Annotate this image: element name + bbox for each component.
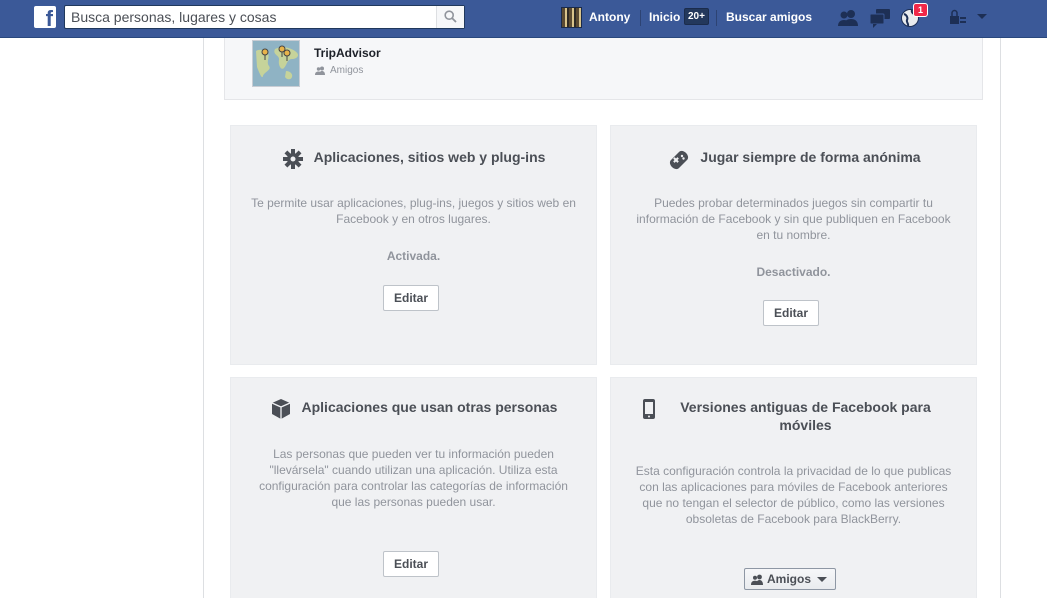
home-link[interactable]: Inicio	[649, 10, 680, 24]
card-title: Aplicaciones, sitios web y plug-ins	[313, 149, 546, 165]
app-audience: Amigos	[315, 65, 363, 76]
friends-icon	[315, 66, 325, 75]
card-title: Versiones antiguas de Facebook para móvi…	[680, 399, 931, 433]
gamepad-icon	[670, 150, 689, 170]
chevron-down-icon	[817, 576, 828, 582]
profile-name: Antony	[589, 10, 631, 24]
card-description: Las personas que pueden ver tu informaci…	[259, 447, 568, 509]
edit-button[interactable]: Editar	[383, 285, 439, 311]
top-navigation-bar: f Antony Inicio 20+ Buscar amigos 1	[0, 0, 1047, 38]
notification-badge: 1	[913, 3, 928, 17]
search-input[interactable]	[65, 6, 437, 28]
audience-selector-button[interactable]: Amigos	[744, 568, 836, 590]
find-friends-link[interactable]: Buscar amigos	[726, 10, 812, 24]
edit-button[interactable]: Editar	[383, 551, 439, 577]
profile-link[interactable]: Antony	[561, 6, 630, 28]
content-right-border	[1000, 38, 1001, 598]
search-icon	[444, 10, 457, 23]
nav-divider	[640, 10, 641, 26]
card-description: Puedes probar determinados juegos sin co…	[636, 196, 951, 242]
apps-websites-plugins-card: Aplicaciones, sitios web y plug-ins Te p…	[230, 125, 597, 365]
messages-icon[interactable]	[868, 8, 892, 28]
app-list-item[interactable]: TripAdvisor Amigos	[224, 38, 983, 100]
audience-selector-label: Amigos	[767, 572, 812, 586]
card-status: Activada.	[386, 249, 441, 263]
tripadvisor-app-thumbnail	[252, 40, 300, 87]
card-description: Esta configuración controla la privacida…	[635, 464, 952, 526]
world-map-icon	[253, 41, 299, 86]
search-box	[64, 5, 465, 29]
search-button[interactable]	[436, 6, 464, 28]
home-count-badge: 20+	[684, 8, 709, 25]
mobile-phone-icon	[642, 399, 655, 419]
anonymous-games-card: Jugar siempre de forma anónima Puedes pr…	[610, 125, 977, 365]
cube-icon	[271, 399, 290, 419]
friend-requests-icon[interactable]	[836, 8, 860, 28]
card-title: Jugar siempre de forma anónima	[700, 149, 921, 165]
nav-divider	[716, 10, 717, 26]
facebook-logo-icon[interactable]: f	[34, 6, 56, 30]
card-title: Aplicaciones que usan otras personas	[301, 399, 558, 415]
content-left-border	[203, 38, 204, 598]
privacy-shortcuts-lock-icon[interactable]	[948, 8, 968, 28]
app-title[interactable]: TripAdvisor	[314, 46, 381, 60]
apps-others-use-card: Aplicaciones que usan otras personas Las…	[230, 377, 597, 598]
account-menu-chevron-down-icon[interactable]	[976, 13, 988, 21]
old-mobile-versions-card: Versiones antiguas de Facebook para móvi…	[610, 377, 977, 598]
edit-button[interactable]: Editar	[763, 300, 819, 326]
avatar	[561, 6, 582, 28]
card-description: Te permite usar aplicaciones, plug-ins, …	[251, 196, 576, 226]
card-status: Desactivado.	[756, 265, 831, 279]
friends-icon	[751, 574, 763, 585]
gear-icon	[282, 149, 303, 169]
